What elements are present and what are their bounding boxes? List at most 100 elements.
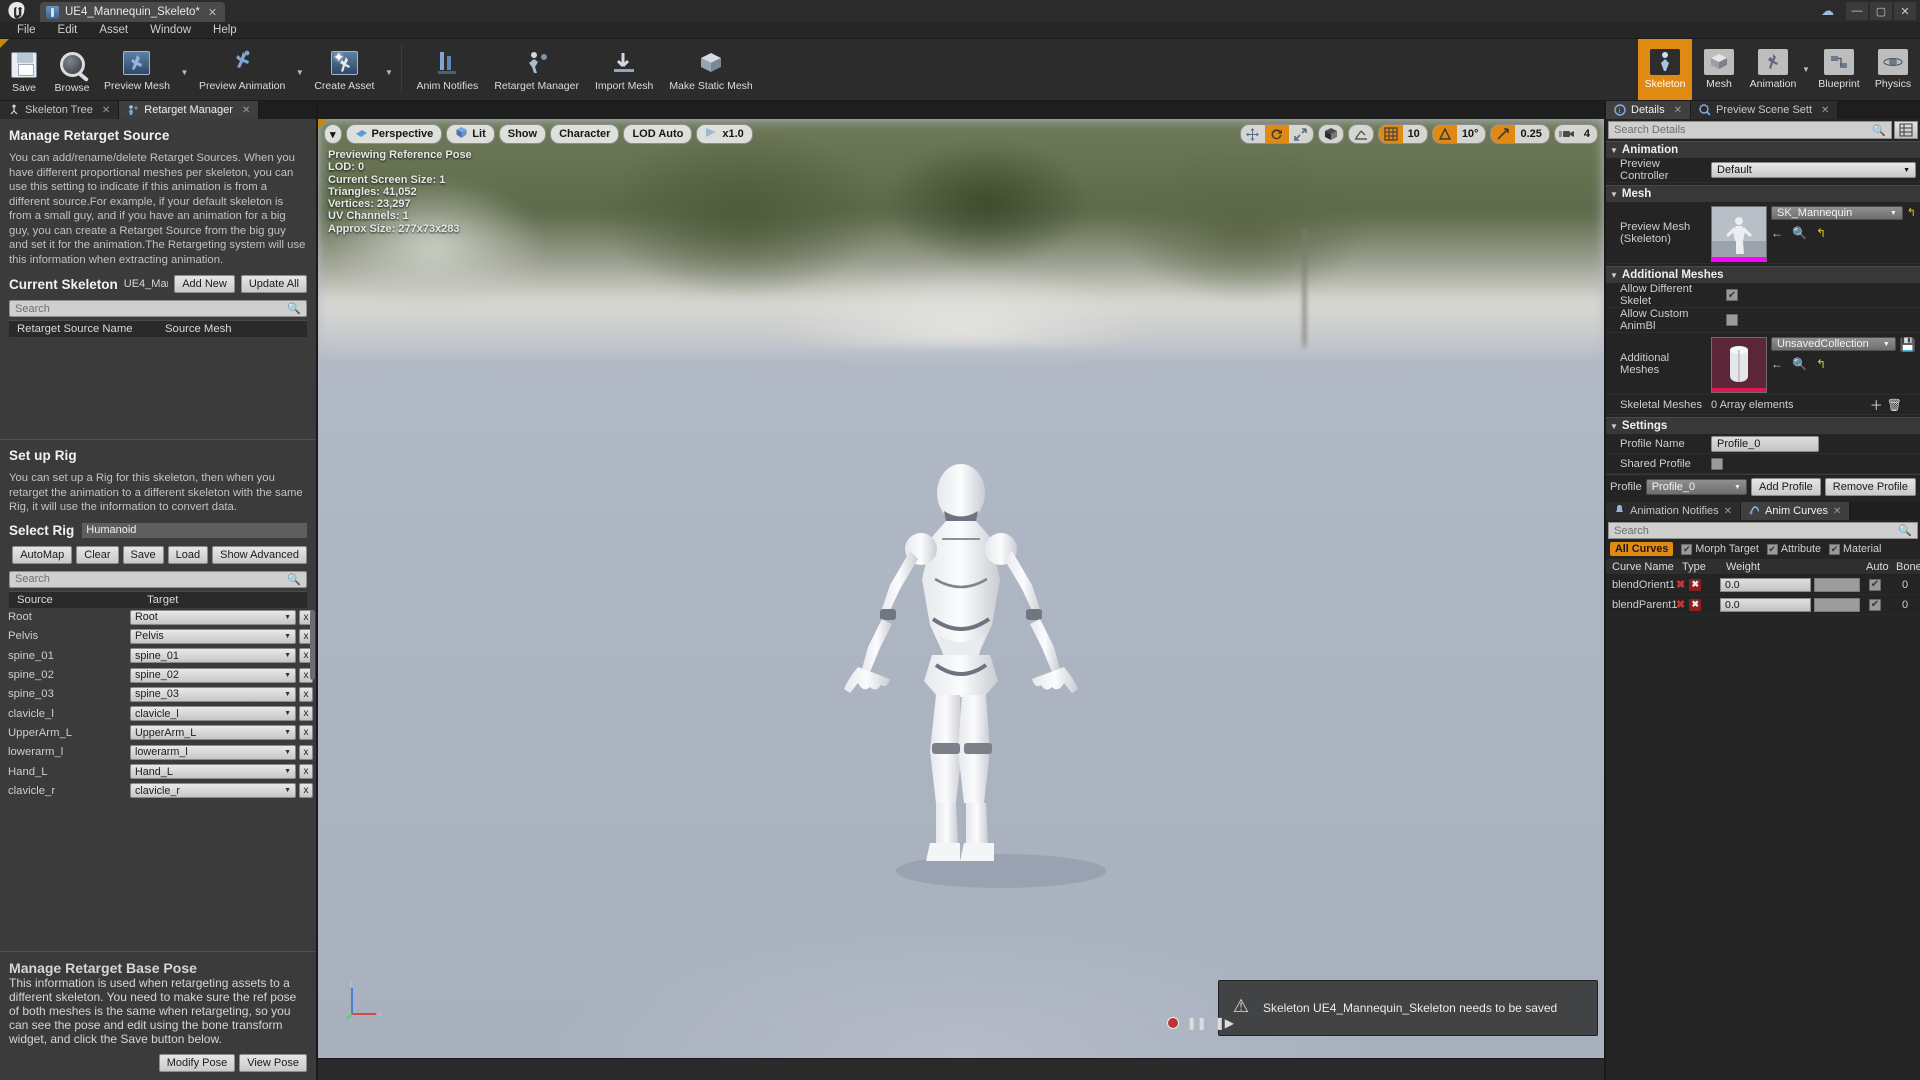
browse-to-asset-icon[interactable]: 🔍: [1792, 357, 1807, 371]
translate-icon[interactable]: [1241, 125, 1265, 143]
toolbar-preview-animation-button[interactable]: Preview Animation: [191, 39, 293, 100]
filter-attribute[interactable]: ✔ Attribute: [1766, 543, 1821, 555]
curve-remove-icon[interactable]: ✖: [1689, 578, 1702, 591]
rig-target-dropdown[interactable]: clavicle_l ▼: [130, 706, 296, 722]
tab-skeleton-tree[interactable]: Skeleton Tree ✕: [0, 101, 120, 119]
viewport-character-button[interactable]: Character: [550, 124, 620, 144]
close-icon[interactable]: ✕: [1821, 105, 1829, 116]
cloud-icon[interactable]: ☁: [1821, 3, 1834, 19]
section-settings-header[interactable]: ▼ Settings: [1606, 417, 1920, 434]
profile-selector-dropdown[interactable]: Profile_0 ▼: [1645, 479, 1747, 495]
use-selected-asset-icon[interactable]: ←: [1771, 357, 1783, 371]
menu-window[interactable]: Window: [139, 22, 202, 39]
minimize-button[interactable]: —: [1846, 2, 1868, 20]
close-icon[interactable]: ✕: [1724, 506, 1732, 517]
show-advanced-button[interactable]: Show Advanced: [212, 545, 307, 564]
rig-target-dropdown[interactable]: spine_01 ▼: [130, 648, 296, 664]
menu-asset[interactable]: Asset: [88, 22, 139, 39]
close-icon[interactable]: ✕: [1674, 105, 1682, 116]
curve-weight-slider[interactable]: [1814, 597, 1860, 612]
toolbar-create-asset-button[interactable]: ✦ Create Asset: [306, 39, 382, 100]
scale-icon[interactable]: [1289, 125, 1313, 143]
angle-snap-value[interactable]: 10°: [1457, 125, 1486, 143]
rig-list-scrollbar[interactable]: [310, 609, 315, 680]
shared-profile-checkbox[interactable]: [1711, 457, 1723, 470]
tab-anim-curves[interactable]: Anim Curves ✕: [1741, 502, 1851, 520]
world-cube-icon[interactable]: [1319, 125, 1343, 143]
menu-help[interactable]: Help: [202, 22, 248, 39]
allow-custom-animbp-checkbox[interactable]: [1726, 314, 1738, 326]
record-icon[interactable]: [1166, 1017, 1179, 1029]
tab-animation-notifies[interactable]: Animation Notifies ✕: [1606, 502, 1742, 520]
curves-search-input[interactable]: Search 🔍: [1608, 522, 1918, 539]
filter-material[interactable]: ✔ Material: [1829, 543, 1881, 555]
remove-profile-button[interactable]: Remove Profile: [1824, 478, 1916, 496]
curve-row[interactable]: blendOrient1 ✖ ✖ 0.0 ✔ 0: [1606, 575, 1920, 595]
material-checkbox[interactable]: ✔: [1829, 544, 1841, 555]
mode-animation-button[interactable]: Animation: [1746, 39, 1800, 100]
curve-weight-input[interactable]: 0.0: [1720, 597, 1811, 612]
load-rig-button[interactable]: Load: [167, 545, 209, 564]
clear-button[interactable]: Clear: [76, 545, 119, 564]
angle-snap-icon[interactable]: [1432, 125, 1457, 143]
rig-clear-mapping-button[interactable]: x: [299, 706, 313, 722]
toolbar-make-static-mesh-button[interactable]: Make Static Mesh: [661, 39, 760, 100]
rotate-icon[interactable]: [1264, 125, 1289, 143]
close-icon[interactable]: ✕: [1833, 506, 1841, 517]
rig-clear-mapping-button[interactable]: x: [299, 725, 313, 741]
collection-thumbnail[interactable]: [1711, 337, 1767, 393]
mannequin-thumbnail[interactable]: [1711, 206, 1767, 262]
allow-different-skeletons-checkbox[interactable]: ✔: [1726, 289, 1738, 301]
curve-disable-icon[interactable]: ✖: [1676, 598, 1685, 611]
viewport[interactable]: ▾ Perspective Lit Show Character LOD Aut…: [318, 119, 1604, 1058]
reset-to-default-icon[interactable]: ↰: [1816, 357, 1826, 371]
section-animation-header[interactable]: ▼ Animation: [1606, 141, 1920, 158]
scale-snap-value[interactable]: 0.25: [1515, 125, 1548, 143]
curve-weight-slider[interactable]: [1814, 577, 1860, 592]
notification-toast[interactable]: ⚠ Skeleton UE4_Mannequin_Skeleton needs …: [1218, 980, 1598, 1036]
curve-remove-icon[interactable]: ✖: [1689, 598, 1702, 611]
close-icon[interactable]: ✕: [242, 105, 250, 116]
close-icon[interactable]: ✕: [102, 105, 110, 116]
mannequin-mesh[interactable]: [796, 459, 1126, 889]
grid-view-icon[interactable]: [1894, 121, 1918, 139]
rig-clear-mapping-button[interactable]: x: [299, 783, 313, 799]
tab-retarget-manager[interactable]: Retarget Manager ✕: [119, 101, 260, 119]
create-asset-chevron-down-icon[interactable]: ▼: [382, 39, 395, 100]
step-forward-icon[interactable]: ❚▶: [1215, 1016, 1234, 1030]
mode-physics-button[interactable]: Physics: [1866, 39, 1920, 100]
viewport-perspective-button[interactable]: Perspective: [345, 124, 443, 144]
rig-target-dropdown[interactable]: clavicle_r ▼: [130, 783, 296, 799]
preview-controller-dropdown[interactable]: Default ▼: [1711, 162, 1916, 178]
asset-tab[interactable]: UE4_Mannequin_Skeleto* ✕: [40, 2, 226, 22]
rig-target-dropdown[interactable]: Hand_L ▼: [130, 764, 296, 780]
morph-target-checkbox[interactable]: ✔: [1681, 544, 1693, 555]
grid-snap-value[interactable]: 10: [1403, 125, 1427, 143]
close-tab-icon[interactable]: ✕: [208, 6, 217, 19]
add-profile-button[interactable]: Add Profile: [1750, 478, 1821, 496]
additional-meshes-asset-dropdown[interactable]: UnsavedCollection ▼: [1771, 337, 1896, 351]
rig-target-dropdown[interactable]: spine_02 ▼: [130, 667, 296, 683]
browse-to-asset-icon[interactable]: 🔍: [1792, 226, 1807, 240]
toolbar-retarget-manager-button[interactable]: Retarget Manager: [486, 39, 587, 100]
view-pose-button[interactable]: View Pose: [239, 1054, 307, 1072]
section-mesh-header[interactable]: ▼ Mesh: [1606, 185, 1920, 202]
filter-all-curves[interactable]: All Curves: [1610, 542, 1674, 556]
rig-target-dropdown[interactable]: Pelvis ▼: [130, 628, 296, 644]
filter-morph-target[interactable]: ✔ Morph Target: [1681, 543, 1759, 555]
surface-snap-icon[interactable]: [1349, 125, 1373, 143]
scale-snap-icon[interactable]: [1491, 125, 1516, 143]
rig-clear-mapping-button[interactable]: x: [299, 744, 313, 760]
rig-target-dropdown[interactable]: lowerarm_l ▼: [130, 744, 296, 760]
automap-button[interactable]: AutoMap: [12, 545, 73, 564]
rig-target-dropdown[interactable]: spine_03 ▼: [130, 686, 296, 702]
attribute-checkbox[interactable]: ✔: [1766, 544, 1778, 555]
mode-skeleton-button[interactable]: Skeleton: [1638, 39, 1692, 100]
tab-preview-scene-settings[interactable]: Preview Scene Sett ✕: [1691, 101, 1839, 119]
menu-edit[interactable]: Edit: [47, 22, 89, 39]
section-additional-meshes-header[interactable]: ▼ Additional Meshes: [1606, 266, 1920, 283]
viewport-playback-speed-button[interactable]: x1.0: [696, 124, 753, 144]
preview-mesh-asset-dropdown[interactable]: SK_Mannequin ▼: [1771, 206, 1903, 220]
update-all-button[interactable]: Update All: [240, 275, 307, 293]
pause-icon[interactable]: ❚❚: [1187, 1016, 1207, 1030]
